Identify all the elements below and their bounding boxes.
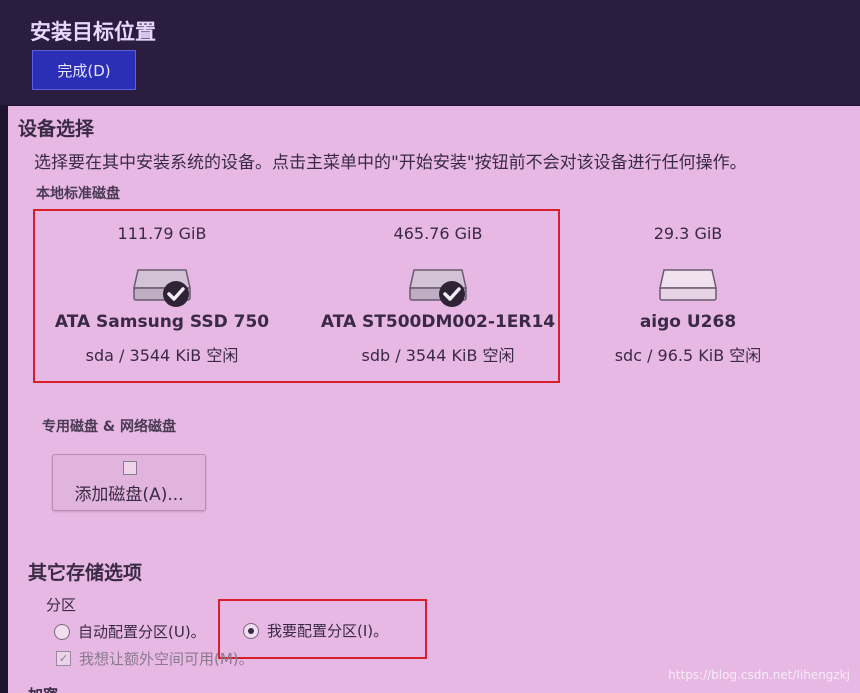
hard-disk-icon bbox=[656, 258, 720, 308]
disk-small-icon bbox=[123, 461, 137, 475]
disk-size: 465.76 GiB bbox=[393, 224, 483, 243]
disk-name: aigo U268 bbox=[639, 312, 737, 332]
disk-name: ATA Samsung SSD 750 bbox=[54, 312, 270, 332]
add-disk-label: 添加磁盘(A)... bbox=[74, 485, 184, 505]
extra-space-checkbox[interactable]: ✓ 我想让额外空间可用(M)。 bbox=[56, 648, 254, 669]
add-disk-button[interactable]: 添加磁盘(A)... bbox=[52, 454, 206, 511]
extra-space-label: 我想让额外空间可用(M)。 bbox=[79, 650, 254, 668]
main-panel bbox=[8, 106, 860, 693]
screen-title: 安装目标位置 bbox=[30, 20, 156, 44]
auto-partition-label: 自动配置分区(U)。 bbox=[78, 623, 206, 641]
disk-free-space: sdc / 96.5 KiB 空闲 bbox=[614, 346, 762, 365]
disk-free-space: sda / 3544 KiB 空闲 bbox=[85, 346, 239, 365]
disk-size: 111.79 GiB bbox=[117, 224, 207, 243]
hard-disk-checked-icon bbox=[406, 258, 470, 308]
disk-size: 29.3 GiB bbox=[653, 224, 723, 243]
radio-selected-icon bbox=[243, 622, 259, 639]
device-selection-description: 选择要在其中安装系统的设备。点击主菜单中的"开始安装"按钮前不会对该设备进行任何… bbox=[34, 153, 747, 173]
device-selection-title: 设备选择 bbox=[18, 118, 95, 140]
disk-free-space: sdb / 3544 KiB 空闲 bbox=[361, 346, 515, 365]
watermark: https://blog.csdn.net/lihengzkj bbox=[668, 668, 850, 682]
auto-partition-radio[interactable]: 自动配置分区(U)。 bbox=[54, 621, 206, 642]
radio-unselected-icon bbox=[54, 623, 70, 640]
other-storage-title: 其它存储选项 bbox=[28, 562, 143, 584]
disk-name: ATA ST500DM002-1ER14 bbox=[320, 312, 556, 332]
partition-label: 分区 bbox=[46, 596, 77, 614]
disk-sdc[interactable]: 29.3 GiB aigo U268 sdc / 96.5 KiB 空闲 bbox=[553, 224, 823, 365]
encryption-title: 加密 bbox=[28, 684, 58, 693]
hard-disk-checked-icon bbox=[130, 258, 194, 308]
local-disks-title: 本地标准磁盘 bbox=[36, 186, 120, 202]
done-button[interactable]: 完成(D) bbox=[32, 50, 136, 90]
checkmark-icon: ✓ bbox=[56, 651, 71, 666]
special-disks-title: 专用磁盘 & 网络磁盘 bbox=[42, 419, 176, 435]
disk-sda[interactable]: 111.79 GiB ATA Samsung SSD 750 sda / 354… bbox=[27, 224, 297, 365]
manual-partition-radio[interactable]: 我要配置分区(I)。 bbox=[243, 620, 388, 641]
installer-screen: 安装目标位置 完成(D) 设备选择 选择要在其中安装系统的设备。点击主菜单中的"… bbox=[0, 0, 860, 693]
disk-sdb[interactable]: 465.76 GiB ATA ST500DM002-1ER14 sdb / 35… bbox=[303, 224, 573, 365]
manual-partition-label: 我要配置分区(I)。 bbox=[267, 622, 389, 640]
